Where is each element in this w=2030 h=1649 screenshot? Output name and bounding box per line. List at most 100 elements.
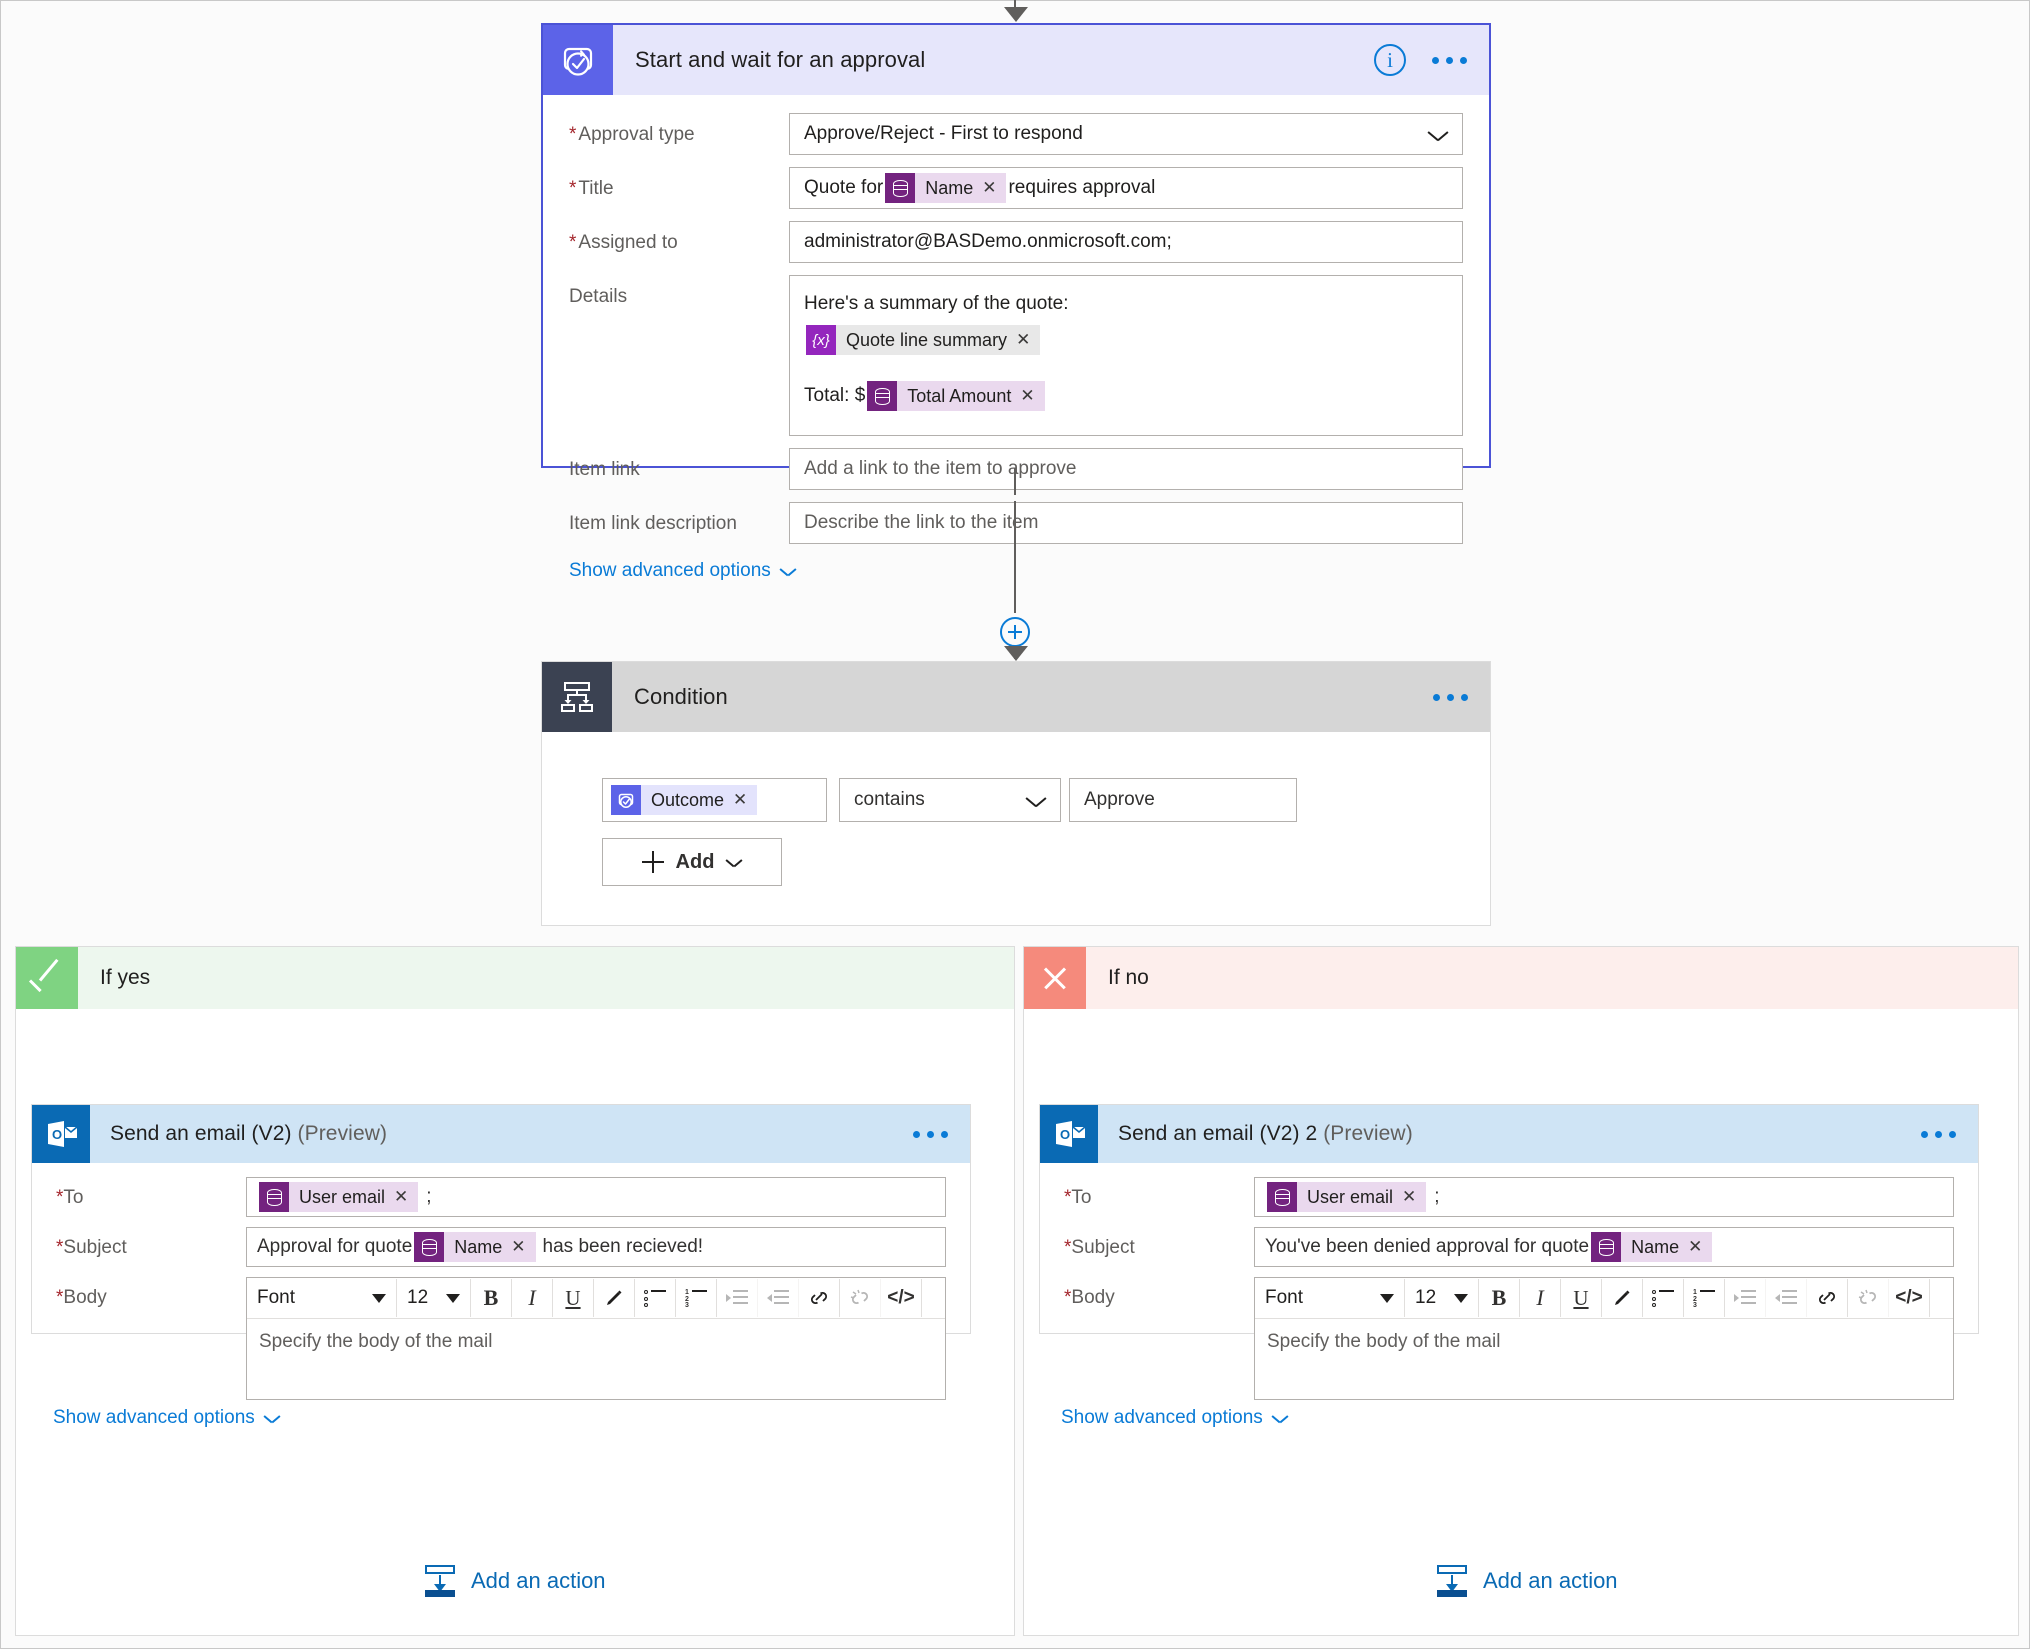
token-label: Outcome bbox=[651, 789, 725, 810]
field-title: * Title Quote for Name ✕ requires approva… bbox=[569, 167, 1463, 209]
email-no-body-placeholder[interactable]: Specify the body of the mail bbox=[1255, 1319, 1953, 1399]
email-no-show-advanced-options-link[interactable]: Show advanced options bbox=[1061, 1407, 1288, 1429]
token-remove-icon[interactable]: ✕ bbox=[982, 178, 1006, 198]
text-color-icon[interactable] bbox=[594, 1279, 635, 1317]
email-yes-body-placeholder[interactable]: Specify the body of the mail bbox=[247, 1319, 945, 1399]
chevron-down-icon bbox=[1026, 795, 1046, 806]
token-name[interactable]: Name ✕ bbox=[414, 1232, 536, 1262]
font-size-select[interactable]: 12 bbox=[1405, 1279, 1479, 1317]
token-remove-icon[interactable]: ✕ bbox=[1688, 1237, 1712, 1257]
token-total-amount[interactable]: Total Amount ✕ bbox=[867, 381, 1045, 411]
subject-suffix-text: has been recieved! bbox=[542, 1236, 704, 1257]
token-user-email[interactable]: User email ✕ bbox=[1267, 1182, 1427, 1212]
approval-card-header[interactable]: Start and wait for an approval i bbox=[543, 25, 1489, 95]
condition-operator-select[interactable]: contains bbox=[839, 778, 1061, 822]
bulleted-list-icon[interactable] bbox=[1643, 1279, 1684, 1317]
outdent-icon[interactable] bbox=[1766, 1279, 1807, 1317]
email-yes-show-advanced-options-link[interactable]: Show advanced options bbox=[53, 1407, 280, 1429]
token-remove-icon[interactable]: ✕ bbox=[1402, 1187, 1426, 1207]
font-family-select[interactable]: Font bbox=[1255, 1279, 1405, 1317]
token-quote-line-summary[interactable]: {x} Quote line summary ✕ bbox=[806, 325, 1041, 355]
send-email-card-no[interactable]: O Send an email (V2) 2 (Preview) *To Use… bbox=[1039, 1104, 1979, 1400]
outlook-icon: O bbox=[32, 1105, 90, 1163]
condition-right-operand-input[interactable]: Approve bbox=[1069, 778, 1297, 822]
token-user-email[interactable]: User email ✕ bbox=[259, 1182, 419, 1212]
text-color-icon[interactable] bbox=[1602, 1279, 1643, 1317]
email-yes-subject-input[interactable]: Approval for quote Name ✕ has been recie… bbox=[246, 1227, 946, 1267]
condition-card-header[interactable]: Condition bbox=[542, 662, 1490, 732]
indent-icon[interactable] bbox=[717, 1279, 758, 1317]
token-remove-icon[interactable]: ✕ bbox=[1020, 386, 1044, 406]
indent-icon[interactable] bbox=[1725, 1279, 1766, 1317]
email-yes-to-row: *To User email ✕ ; bbox=[56, 1177, 946, 1217]
bulleted-list-icon[interactable] bbox=[635, 1279, 676, 1317]
email-no-subject-input[interactable]: You've been denied approval for quote Na… bbox=[1254, 1227, 1954, 1267]
token-label: Quote line summary bbox=[846, 329, 1008, 350]
details-input[interactable]: Here's a summary of the quote: {x} Quote… bbox=[789, 275, 1463, 436]
numbered-list-icon[interactable]: 123 bbox=[676, 1279, 717, 1317]
more-options-icon[interactable] bbox=[1921, 1130, 1956, 1138]
insert-step-button[interactable] bbox=[1000, 617, 1030, 647]
to-label: *To bbox=[1064, 1187, 1092, 1208]
token-outcome[interactable]: Outcome ✕ bbox=[611, 785, 758, 815]
send-email-card-yes[interactable]: O Send an email (V2) (Preview) *To User … bbox=[31, 1104, 971, 1400]
code-view-icon[interactable]: </> bbox=[881, 1279, 922, 1317]
email-yes-advanced-wrap: Show advanced options bbox=[53, 1407, 280, 1429]
condition-left-operand-input[interactable]: Outcome ✕ bbox=[602, 778, 827, 822]
bold-icon[interactable]: B bbox=[1479, 1279, 1520, 1317]
approval-show-advanced-options-link[interactable]: Show advanced options bbox=[569, 560, 796, 582]
outdent-icon[interactable] bbox=[758, 1279, 799, 1317]
outlook-icon: O bbox=[1040, 1105, 1098, 1163]
code-view-icon[interactable]: </> bbox=[1889, 1279, 1930, 1317]
title-input[interactable]: Quote for Name ✕ requires approval bbox=[789, 167, 1463, 209]
link-icon[interactable] bbox=[799, 1279, 840, 1317]
token-name[interactable]: Name ✕ bbox=[1591, 1232, 1713, 1262]
font-size-value: 12 bbox=[1415, 1287, 1437, 1308]
item-link-input[interactable]: Add a link to the item to approve bbox=[789, 448, 1463, 490]
item-link-description-input[interactable]: Describe the link to the item bbox=[789, 502, 1463, 544]
font-size-select[interactable]: 12 bbox=[397, 1279, 471, 1317]
email-yes-body-editor[interactable]: Font 12 B I U 1 2 3 </> Specify the body… bbox=[246, 1277, 946, 1400]
add-action-button-no[interactable]: Add an action bbox=[1435, 1564, 1618, 1598]
branch-if-no-header: If no bbox=[1024, 947, 2018, 1009]
bold-icon[interactable]: B bbox=[471, 1279, 512, 1317]
link-icon[interactable] bbox=[1807, 1279, 1848, 1317]
plus-icon bbox=[641, 851, 664, 873]
assigned-to-input[interactable]: administrator@BASDemo.onmicrosoft.com; bbox=[789, 221, 1463, 263]
font-family-select[interactable]: Font bbox=[247, 1279, 397, 1317]
numbered-list-icon[interactable]: 123 bbox=[1684, 1279, 1725, 1317]
email-no-to-input[interactable]: User email ✕ ; bbox=[1254, 1177, 1954, 1217]
token-remove-icon[interactable]: ✕ bbox=[511, 1237, 535, 1257]
info-icon[interactable]: i bbox=[1374, 44, 1406, 76]
underline-icon[interactable]: U bbox=[1561, 1279, 1602, 1317]
more-options-icon[interactable] bbox=[1433, 693, 1468, 701]
field-assigned-to: * Assigned to administrator@BASDemo.onmic… bbox=[569, 221, 1463, 263]
token-remove-icon[interactable]: ✕ bbox=[1016, 330, 1040, 350]
condition-add-button[interactable]: Add bbox=[602, 838, 782, 886]
email-yes-to-input[interactable]: User email ✕ ; bbox=[246, 1177, 946, 1217]
token-name[interactable]: Name ✕ bbox=[885, 173, 1007, 203]
email-no-body-editor[interactable]: Font 12 B I U 1 2 3 </> Specify the body… bbox=[1254, 1277, 1954, 1400]
rich-text-toolbar: Font 12 B I U 1 2 3 </> bbox=[247, 1278, 945, 1319]
approval-type-select[interactable]: Approve/Reject - First to respond bbox=[789, 113, 1463, 155]
approval-action-card[interactable]: Start and wait for an approval i * Approv… bbox=[541, 23, 1491, 581]
token-label: User email bbox=[299, 1186, 386, 1207]
italic-icon[interactable]: I bbox=[1520, 1279, 1561, 1317]
approval-card-title: Start and wait for an approval bbox=[635, 47, 926, 72]
more-options-icon[interactable] bbox=[1432, 56, 1467, 64]
caret-down-icon bbox=[1454, 1293, 1468, 1303]
token-remove-icon[interactable]: ✕ bbox=[394, 1187, 418, 1207]
add-action-button-yes[interactable]: Add an action bbox=[423, 1564, 606, 1598]
underline-icon[interactable]: U bbox=[553, 1279, 594, 1317]
unlink-icon[interactable] bbox=[840, 1279, 881, 1317]
item-link-description-placeholder: Describe the link to the item bbox=[804, 512, 1039, 533]
send-email-yes-header[interactable]: O Send an email (V2) (Preview) bbox=[32, 1105, 970, 1163]
italic-icon[interactable]: I bbox=[512, 1279, 553, 1317]
unlink-icon[interactable] bbox=[1848, 1279, 1889, 1317]
branch-if-yes-label: If yes bbox=[100, 966, 151, 989]
token-remove-icon[interactable]: ✕ bbox=[733, 790, 757, 810]
database-icon bbox=[867, 381, 898, 411]
condition-action-card[interactable]: Condition Outcome ✕ contains Approve Add bbox=[541, 661, 1491, 926]
send-email-no-header[interactable]: O Send an email (V2) 2 (Preview) bbox=[1040, 1105, 1978, 1163]
more-options-icon[interactable] bbox=[913, 1130, 948, 1138]
